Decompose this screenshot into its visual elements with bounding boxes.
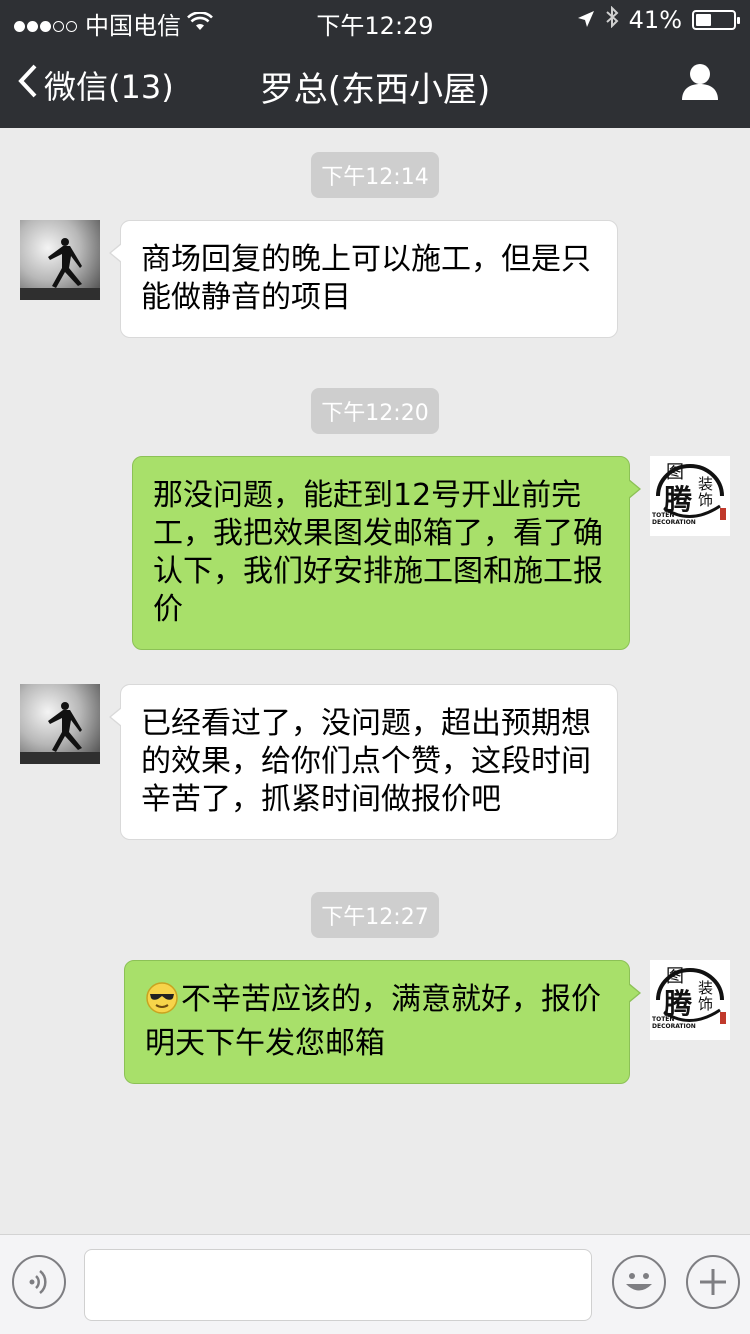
input-bar — [0, 1234, 750, 1334]
message-text: 已经看过了，没问题，超出预期想的效果，给你们点个赞，这段时间辛苦了，抓紧时间做报… — [141, 706, 591, 817]
own-avatar[interactable]: 图 腾 装饰 TOTEN DECORATION — [650, 960, 730, 1040]
navigation-bar: 微信(13) 罗总(东西小屋) — [0, 40, 750, 128]
chat-area[interactable]: 下午12:14 商场回复的晚上可以施工，但是只能做静音的项目 下午12:20 图 — [0, 128, 750, 1234]
plus-icon[interactable] — [686, 1255, 740, 1309]
incoming-message[interactable]: 商场回复的晚上可以施工，但是只能做静音的项目 — [109, 220, 618, 338]
message-input[interactable] — [84, 1249, 592, 1321]
timestamp-label: 下午12:20 — [311, 388, 439, 434]
status-right: 41% — [577, 5, 740, 34]
message-text: 那没问题，能赶到12号开业前完工，我把效果图发邮箱了，看了确认下，我们好安排施工… — [153, 478, 603, 627]
logo-caption: TOTEN DECORATION — [652, 512, 696, 526]
logo-caption: TOTEN DECORATION — [652, 1016, 696, 1030]
seal-stamp — [720, 508, 726, 520]
timestamp-label: 下午12:14 — [311, 152, 439, 198]
location-arrow-icon — [577, 6, 595, 34]
timestamp-label: 下午12:27 — [311, 892, 439, 938]
battery-icon — [692, 10, 740, 30]
chat-title: 罗总(东西小屋) — [259, 70, 491, 110]
logo-side: 装饰 — [698, 475, 714, 509]
timestamp: 下午12:27 — [0, 892, 750, 938]
own-avatar[interactable]: 图 腾 装饰 TOTEN DECORATION — [650, 456, 730, 536]
voice-icon[interactable] — [12, 1255, 66, 1309]
cool-emoji-icon — [145, 981, 179, 1025]
emoji-icon[interactable] — [612, 1255, 666, 1309]
outgoing-message[interactable]: 不辛苦应该的，满意就好，报价明天下午发您邮箱 — [124, 960, 641, 1084]
contact-avatar[interactable] — [20, 220, 100, 300]
timestamp: 下午12:14 — [0, 152, 750, 198]
outgoing-message[interactable]: 那没问题，能赶到12号开业前完工，我把效果图发邮箱了，看了确认下，我们好安排施工… — [132, 456, 641, 650]
contact-avatar[interactable] — [20, 684, 100, 764]
logo-side: 装饰 — [698, 979, 714, 1013]
message-text: 不辛苦应该的，满意就好，报价明天下午发您邮箱 — [145, 982, 601, 1061]
timestamp: 下午12:20 — [0, 388, 750, 434]
message-text: 商场回复的晚上可以施工，但是只能做静音的项目 — [141, 242, 591, 315]
status-bar: 中国电信 下午12:29 41% — [0, 0, 750, 40]
seal-stamp — [720, 1012, 726, 1024]
battery-percent: 41% — [628, 6, 682, 34]
bluetooth-icon — [605, 5, 619, 34]
incoming-message[interactable]: 已经看过了，没问题，超出预期想的效果，给你们点个赞，这段时间辛苦了，抓紧时间做报… — [109, 684, 618, 840]
person-icon[interactable] — [680, 62, 720, 102]
